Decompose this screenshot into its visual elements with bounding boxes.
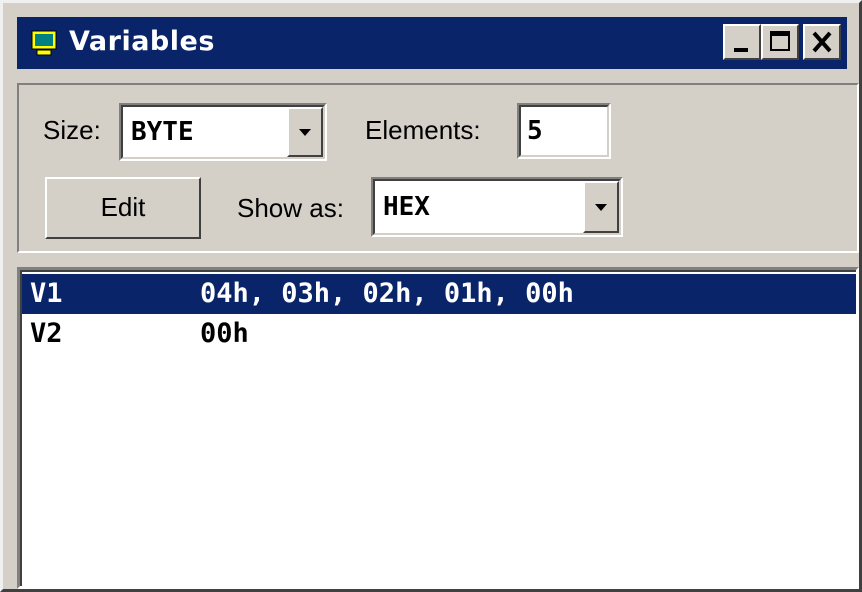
edit-button[interactable]: Edit: [45, 177, 201, 239]
list-item[interactable]: V1 04h, 03h, 02h, 01h, 00h: [22, 274, 856, 314]
variables-window: Variables Size: BYTE Elements: 5 Edit Sh…: [0, 0, 862, 592]
chevron-down-icon: [595, 204, 607, 211]
show-as-label: Show as:: [237, 193, 344, 223]
variable-value: 04h, 03h, 02h, 01h, 00h: [200, 278, 574, 309]
variable-name: V2: [30, 318, 63, 349]
maximize-icon: [770, 31, 790, 51]
controls-panel: Size: BYTE Elements: 5 Edit Show as: HEX: [17, 83, 859, 253]
monitor-icon: [31, 30, 57, 56]
show-as-value: HEX: [383, 192, 430, 222]
maximize-button[interactable]: [761, 24, 799, 60]
variable-value: 00h: [200, 318, 249, 349]
size-label: Size:: [43, 115, 101, 145]
close-button[interactable]: [803, 24, 841, 60]
minimize-button[interactable]: [723, 24, 761, 60]
show-as-dropdown[interactable]: HEX: [371, 177, 623, 237]
chevron-down-icon: [299, 129, 311, 136]
elements-label: Elements:: [365, 115, 481, 145]
size-dropdown[interactable]: BYTE: [119, 103, 327, 161]
elements-value: 5: [527, 116, 543, 146]
minimize-icon: [734, 48, 748, 52]
variable-name: V1: [30, 278, 63, 309]
show-as-dropdown-button[interactable]: [583, 181, 619, 233]
size-value: BYTE: [131, 117, 194, 147]
elements-input[interactable]: 5: [517, 103, 611, 159]
close-icon: [812, 31, 832, 53]
size-dropdown-button[interactable]: [287, 107, 323, 157]
list-item[interactable]: V2 00h: [22, 314, 856, 354]
window-title: Variables: [69, 26, 215, 57]
variables-list[interactable]: V1 04h, 03h, 02h, 01h, 00h V2 00h: [17, 267, 859, 589]
title-bar[interactable]: Variables: [17, 17, 847, 69]
